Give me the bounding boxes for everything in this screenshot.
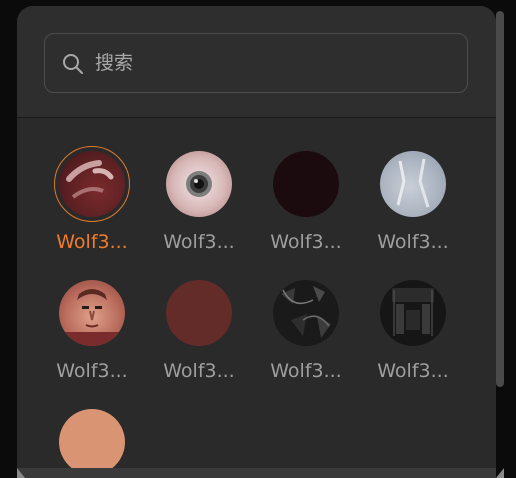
texture-picker-panel: 搜索 Wolf3... Wolf3... Wolf3... Wolf3... W… [17,6,496,478]
scroll-right-arrow-icon[interactable] [496,468,504,478]
search-icon [62,53,84,75]
horizontal-scrollbar[interactable] [17,468,496,478]
texture-label: Wolf3... [377,360,449,382]
texture-tile[interactable]: Wolf3... [256,247,356,382]
texture-tile[interactable]: Wolf3... [256,118,356,253]
search-input[interactable]: 搜索 [44,33,468,93]
texture-thumbnail-dark-maroon [273,151,339,217]
texture-thumbnail-eye [166,151,232,217]
texture-tile[interactable]: Wolf3... [42,118,142,253]
search-area: 搜索 [17,6,496,117]
texture-tile[interactable]: Wolf3... [149,247,249,382]
vertical-scrollbar[interactable] [496,6,508,478]
texture-grid: Wolf3... Wolf3... Wolf3... Wolf3... Wolf… [17,118,496,478]
texture-thumbnail-red-flesh [59,151,125,217]
texture-thumbnail-skin-tone [59,409,125,475]
texture-tile[interactable]: Wolf3... [363,247,463,382]
texture-thumbnail-face [59,280,125,346]
texture-tile[interactable]: Wolf3... [363,118,463,253]
texture-tile[interactable]: Wolf3... [149,118,249,253]
scroll-left-arrow-icon[interactable] [17,468,25,478]
texture-thumbnail-pale-blue [380,151,446,217]
texture-label: Wolf3... [163,360,235,382]
scrollbar-thumb[interactable] [496,11,504,387]
search-placeholder: 搜索 [95,52,134,74]
texture-tile[interactable] [42,376,142,478]
texture-thumbnail-rust-brown [166,280,232,346]
texture-thumbnail-dark-mechanical [380,280,446,346]
texture-tile[interactable]: Wolf3... [42,247,142,382]
texture-thumbnail-black-grey [273,280,339,346]
texture-label: Wolf3... [270,360,342,382]
